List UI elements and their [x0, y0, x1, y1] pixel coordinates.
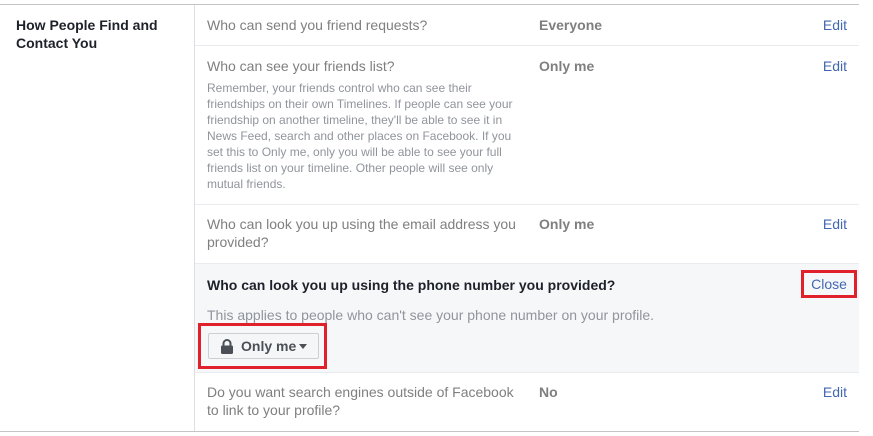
caret-down-icon: [299, 344, 307, 349]
edit-link[interactable]: Edit: [823, 215, 847, 233]
section-title: How People Find and Contact You: [16, 17, 158, 51]
expanded-question: Who can look you up using the phone numb…: [207, 277, 616, 293]
expanded-note: This applies to people who can't see you…: [207, 307, 655, 323]
setting-value: No: [539, 384, 558, 400]
setting-question: Who can send you friend requests?: [207, 17, 428, 33]
setting-question: Do you want search engines outside of Fa…: [207, 384, 514, 418]
setting-row-search-engines: Do you want search engines outside of Fa…: [195, 373, 859, 431]
setting-question: Who can see your friends list?: [207, 58, 395, 74]
lock-icon: [221, 339, 233, 354]
setting-description: Remember, your friends control who can s…: [207, 81, 513, 191]
bottom-divider: [0, 431, 859, 432]
close-link[interactable]: Close: [804, 273, 854, 295]
setting-row-friends-list: Who can see your friends list? Remember,…: [195, 46, 859, 205]
dropdown-highlight: Only me: [198, 323, 327, 369]
setting-row-friend-requests: Who can send you friend requests? Everyo…: [195, 5, 859, 46]
edit-link[interactable]: Edit: [823, 57, 847, 75]
dropdown-selected-value: Only me: [241, 338, 297, 354]
close-highlight: Close: [801, 270, 857, 298]
section-header-panel: How People Find and Contact You: [0, 5, 195, 431]
setting-value: Everyone: [539, 17, 603, 33]
setting-value: Only me: [539, 216, 595, 232]
audience-dropdown[interactable]: Only me: [208, 333, 319, 359]
setting-row-email-lookup: Who can look you up using the email addr…: [195, 205, 859, 264]
setting-value: Only me: [539, 58, 595, 74]
edit-link[interactable]: Edit: [823, 383, 847, 401]
setting-question: Who can look you up using the email addr…: [207, 216, 516, 250]
edit-link[interactable]: Edit: [823, 16, 847, 34]
